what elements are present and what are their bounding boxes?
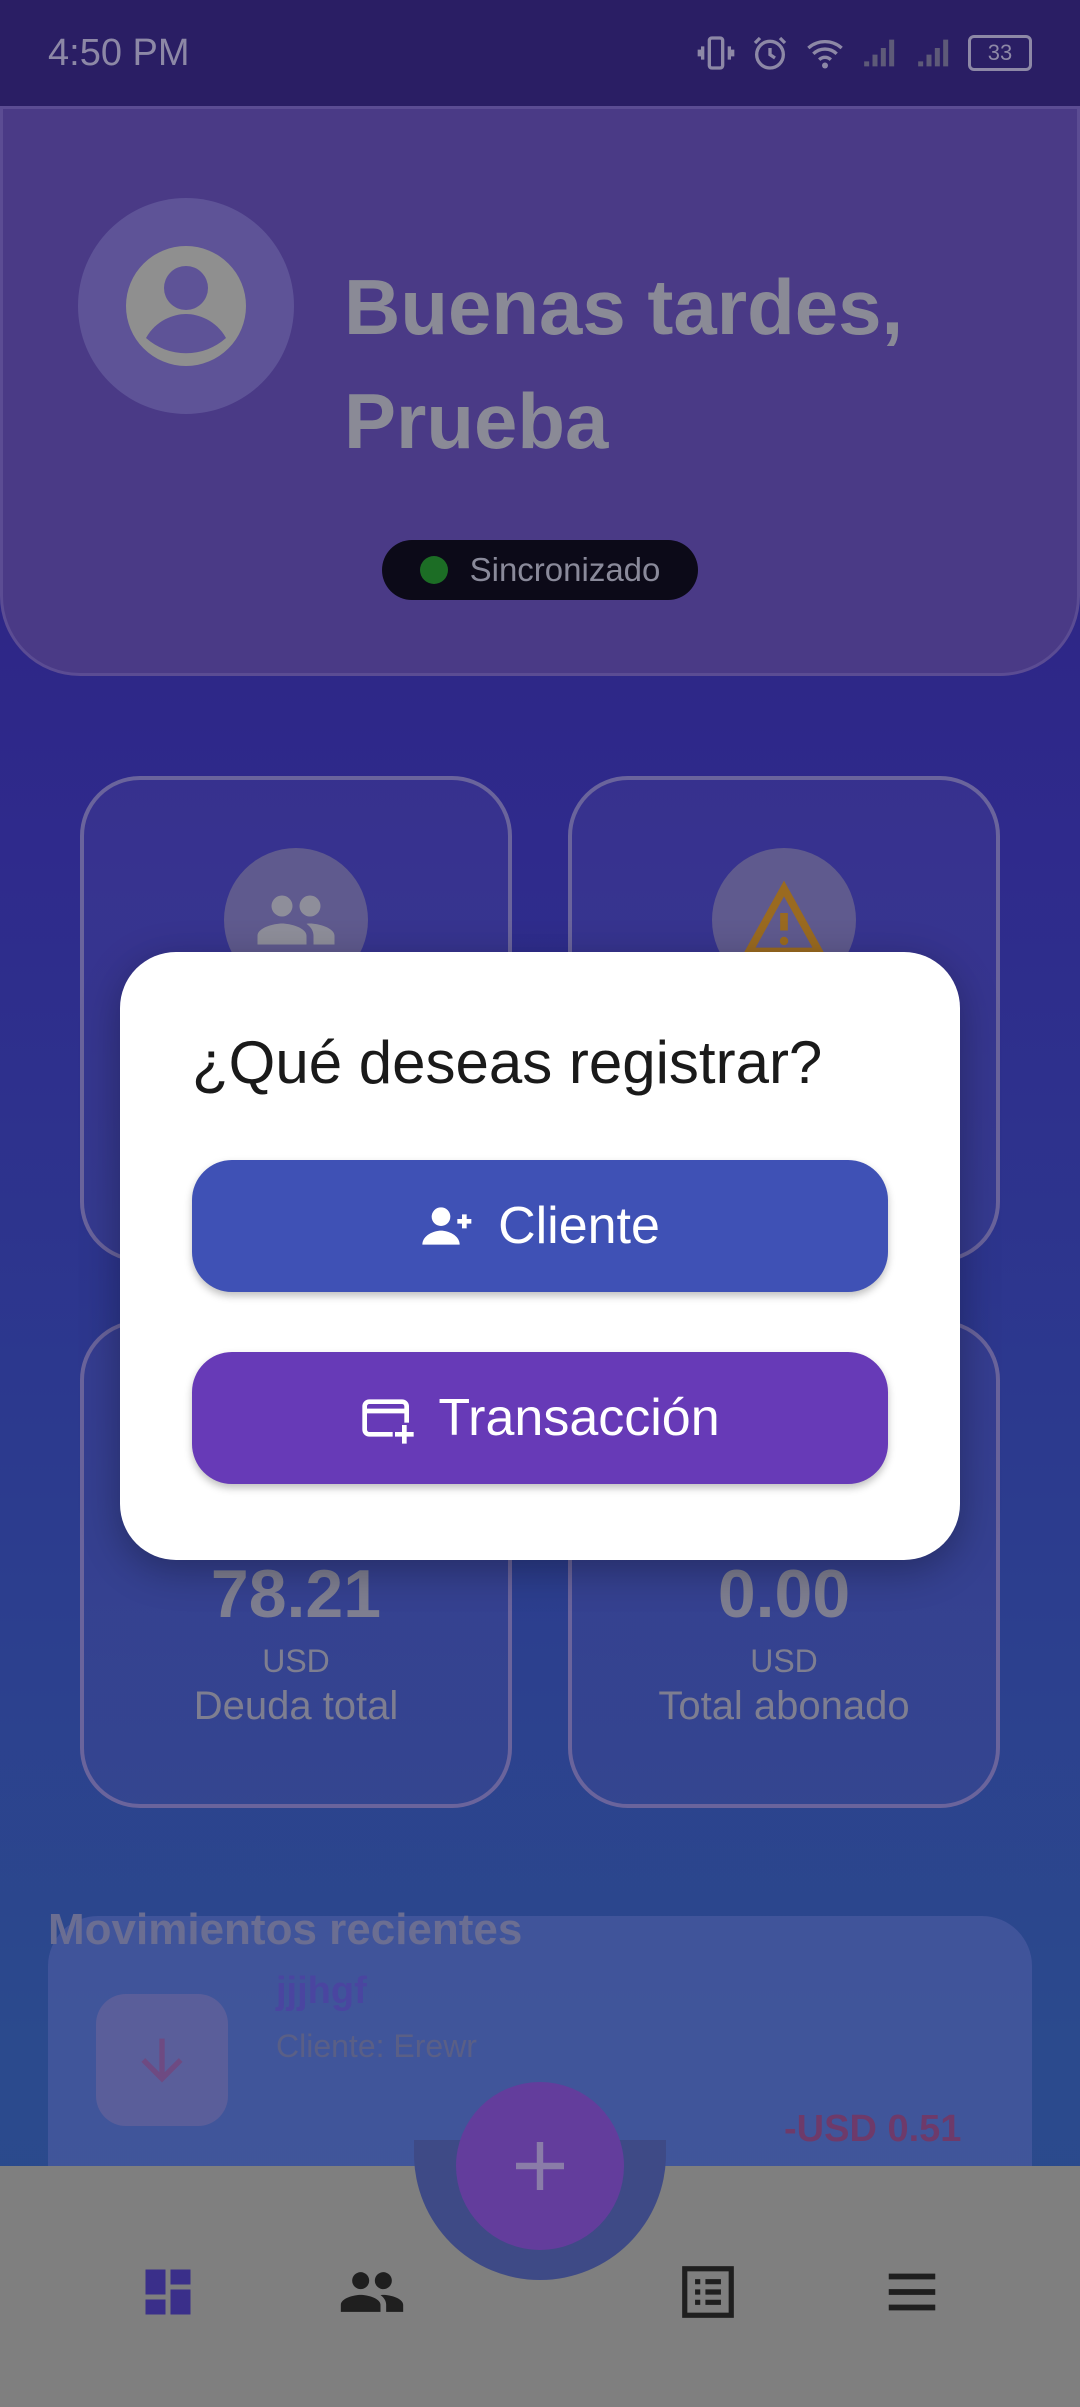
dashboard-icon (145, 2269, 191, 2315)
paid-unit: USD (750, 1643, 818, 1679)
register-dialog: ¿Qué deseas registrar? Cliente Transacci… (120, 952, 960, 1560)
wifi-icon (807, 40, 843, 69)
greeting-line-1: Buenas tardes, (344, 263, 904, 351)
paid-label: Total abonado (658, 1684, 910, 1728)
add-client-button[interactable]: Cliente (192, 1160, 888, 1292)
sync-status-label: Sincronizado (469, 551, 661, 588)
signal-icon (864, 39, 895, 67)
sync-indicator-dot (419, 556, 448, 584)
warning-icon (742, 880, 826, 956)
greeting: Buenas tardes, Prueba (344, 250, 903, 478)
nav-transactions[interactable] (672, 2256, 744, 2328)
list-alt-icon (682, 2266, 734, 2318)
add-card-icon (362, 1399, 417, 1446)
people-icon (340, 2272, 404, 2312)
arrow-down-icon (141, 2038, 183, 2083)
status-time: 4:50 PM (48, 32, 190, 74)
debt-label: Deuda total (193, 1684, 399, 1728)
status-icons: 33 (696, 30, 1032, 76)
nav-menu[interactable] (876, 2256, 948, 2328)
paid-card-content: 0.00 USD Total abonado (568, 1555, 1000, 1729)
people-icon (257, 895, 335, 945)
movement-icon-box (96, 1994, 228, 2126)
vibrate-icon (697, 36, 735, 70)
plus-icon (516, 2142, 564, 2190)
nav-clients[interactable] (336, 2256, 408, 2328)
add-transaction-label: Transacción (438, 1389, 720, 1447)
avatar[interactable] (78, 198, 294, 414)
signal-icon-2 (918, 39, 949, 67)
battery-icon: 33 (968, 35, 1032, 71)
add-fab[interactable] (456, 2082, 624, 2250)
sync-status-badge: Sincronizado (382, 540, 698, 600)
account-circle-icon (126, 246, 246, 366)
movement-client: Cliente: Erewr (276, 2028, 477, 2064)
debt-value: 78.21 (210, 1556, 382, 1632)
user-name: Prueba (344, 377, 609, 465)
movement-amount: -USD 0.51 (784, 2108, 962, 2150)
debt-unit: USD (262, 1643, 330, 1679)
menu-icon (888, 2273, 936, 2311)
alarm-icon (753, 36, 787, 70)
recent-movements-title: Movimientos recientes (48, 1905, 523, 1954)
add-client-label: Cliente (498, 1197, 660, 1255)
nav-dashboard[interactable] (132, 2256, 204, 2328)
add-transaction-button[interactable]: Transacción (192, 1352, 888, 1484)
person-add-icon (422, 1207, 472, 1245)
dialog-title: ¿Qué deseas registrar? (192, 1029, 823, 1096)
movement-name: jjjhgf (276, 1970, 367, 2012)
paid-value: 0.00 (717, 1556, 851, 1632)
debt-card-content: 78.21 USD Deuda total (80, 1555, 512, 1729)
